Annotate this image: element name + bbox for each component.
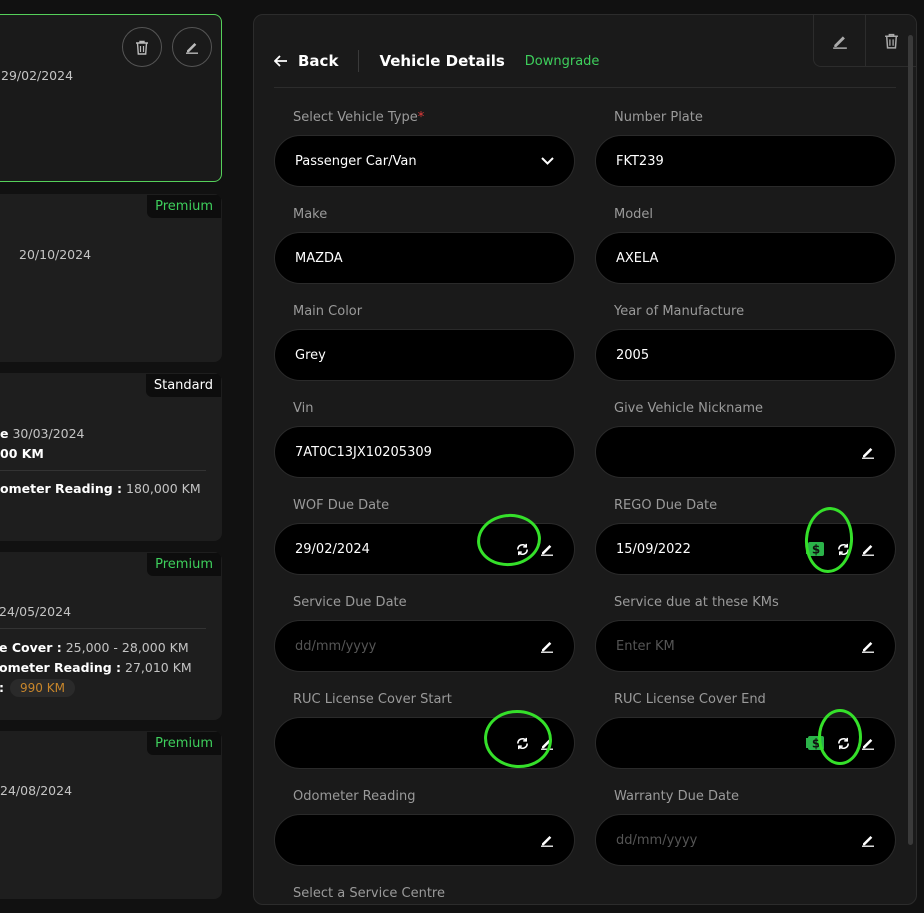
pencil-icon — [832, 35, 847, 49]
pencil-icon[interactable] — [540, 833, 554, 847]
plan-badge: Premium — [147, 553, 221, 576]
nickname-field: Give Vehicle Nickname — [595, 401, 896, 478]
year-input[interactable]: 2005 — [595, 329, 896, 381]
pencil-icon[interactable] — [861, 639, 875, 653]
card-date: 30/03/2024 — [12, 426, 85, 441]
model-field: Model AXELA — [595, 207, 896, 284]
field-label: Number Plate — [614, 110, 703, 125]
field-label: Main Color — [293, 304, 363, 319]
year-field: Year of Manufacture 2005 — [595, 304, 896, 381]
nickname-input[interactable] — [595, 426, 896, 478]
field-label: REGO Due Date — [614, 498, 718, 513]
number-plate-input[interactable]: FKT239 — [595, 135, 896, 187]
header-divider — [358, 50, 360, 72]
edit-vehicle-button[interactable] — [814, 15, 866, 66]
vehicle-card-5[interactable]: Premium 24/08/2024 — [0, 731, 222, 899]
odometer-field: Odometer Reading — [274, 789, 575, 866]
vehicle-type-select[interactable]: Passenger Car/Van — [274, 135, 575, 187]
field-label: Year of Manufacture — [614, 304, 745, 319]
pencil-icon[interactable] — [861, 736, 875, 750]
field-label: Select a Service Centre — [293, 886, 445, 901]
vehicle-card-4[interactable]: Premium 24/05/2024 e Cover : 25,000 - 28… — [0, 552, 222, 720]
pencil-icon — [186, 43, 198, 54]
main-color-field: Main Color Grey — [274, 304, 575, 381]
field-label: Vin — [293, 401, 314, 416]
warranty-field: Warranty Due Date dd/mm/yyyy — [595, 789, 896, 866]
downgrade-link[interactable]: Downgrade — [525, 54, 600, 69]
service-date-field: Service Due Date dd/mm/yyyy — [274, 595, 575, 672]
plan-badge: Premium — [147, 732, 221, 755]
card-date: 29/02/2024 — [1, 68, 74, 83]
edit-card-button[interactable] — [172, 27, 212, 67]
pencil-icon[interactable] — [861, 542, 875, 556]
header-rule — [274, 87, 896, 88]
card-km: 00 KM — [0, 446, 44, 461]
vehicle-type-field: Select Vehicle Type* Passenger Car/Van — [274, 110, 575, 187]
plan-badge: Premium — [147, 195, 221, 218]
vin-field: Vin 7AT0C13JX10205309 — [274, 401, 575, 478]
field-label: RUC License Cover End — [614, 692, 766, 707]
placeholder: Enter KM — [616, 638, 675, 654]
field-label: Make — [293, 207, 328, 222]
card-cover: e Cover : 25,000 - 28,000 KM — [0, 640, 189, 655]
field-label: Select Vehicle Type — [293, 110, 418, 125]
pencil-icon[interactable] — [540, 542, 554, 556]
card-date: 24/05/2024 — [0, 604, 72, 619]
panel-actions — [813, 15, 916, 67]
card-date-row: e 30/03/2024 — [0, 426, 85, 441]
card-date: 24/08/2024 — [0, 783, 73, 798]
back-label: Back — [298, 52, 339, 70]
card-odometer: ometer Reading : 27,010 KM — [0, 660, 192, 675]
back-button[interactable]: Back — [274, 52, 338, 70]
vehicle-card-3[interactable]: Standard e 30/03/2024 00 KM ometer Readi… — [0, 373, 222, 541]
make-input[interactable]: MAZDA — [274, 232, 575, 284]
make-field: Make MAZDA — [274, 207, 575, 284]
card-date: 20/10/2024 — [19, 247, 92, 262]
chevron-down-icon — [541, 157, 554, 165]
panel-header: Back Vehicle Details Downgrade — [274, 50, 600, 72]
arrow-left-icon — [274, 55, 287, 67]
card-remaining: :990 KM — [0, 679, 75, 697]
field-label: Service due at these KMs — [614, 595, 779, 610]
pencil-icon[interactable] — [540, 639, 554, 653]
delete-card-button[interactable] — [122, 27, 162, 67]
card-date-prefix: e — [0, 426, 9, 441]
odometer-input[interactable] — [274, 814, 575, 866]
service-date-input[interactable]: dd/mm/yyyy — [274, 620, 575, 672]
selected-value: Passenger Car/Van — [295, 153, 417, 169]
main-color-input[interactable]: Grey — [274, 329, 575, 381]
placeholder: dd/mm/yyyy — [295, 638, 377, 654]
trash-icon — [136, 40, 148, 55]
annotation-circle — [818, 709, 862, 765]
scrollbar[interactable] — [908, 35, 913, 845]
field-label: Service Due Date — [293, 595, 407, 610]
placeholder: dd/mm/yyyy — [616, 832, 698, 848]
page-title: Vehicle Details — [379, 52, 505, 70]
service-centre-field: Select a Service Centre — [274, 886, 575, 902]
warranty-input[interactable]: dd/mm/yyyy — [595, 814, 896, 866]
field-label: WOF Due Date — [293, 498, 390, 513]
field-label: Give Vehicle Nickname — [614, 401, 764, 416]
vehicle-card-2[interactable]: Premium 20/10/2024 — [0, 194, 222, 362]
divider — [0, 470, 206, 471]
vin-input[interactable]: 7AT0C13JX10205309 — [274, 426, 575, 478]
field-label: RUC License Cover Start — [293, 692, 452, 707]
pencil-icon[interactable] — [861, 833, 875, 847]
field-label: Warranty Due Date — [614, 789, 740, 804]
card-odometer: ometer Reading : 180,000 KM — [0, 481, 201, 496]
model-input[interactable]: AXELA — [595, 232, 896, 284]
remaining-km-badge: 990 KM — [10, 679, 75, 697]
pencil-icon[interactable] — [861, 445, 875, 459]
vehicle-card-1[interactable]: 29/02/2024 — [0, 14, 222, 182]
divider — [0, 628, 206, 629]
required-mark: * — [417, 110, 425, 125]
trash-icon — [885, 33, 898, 49]
vehicle-details-panel: Back Vehicle Details Downgrade Select Ve… — [253, 14, 917, 905]
service-km-field: Service due at these KMs Enter KM — [595, 595, 896, 672]
field-label: Odometer Reading — [293, 789, 416, 804]
service-km-input[interactable]: Enter KM — [595, 620, 896, 672]
number-plate-field: Number Plate FKT239 — [595, 110, 896, 187]
plan-badge: Standard — [145, 374, 221, 397]
field-label: Model — [614, 207, 654, 222]
